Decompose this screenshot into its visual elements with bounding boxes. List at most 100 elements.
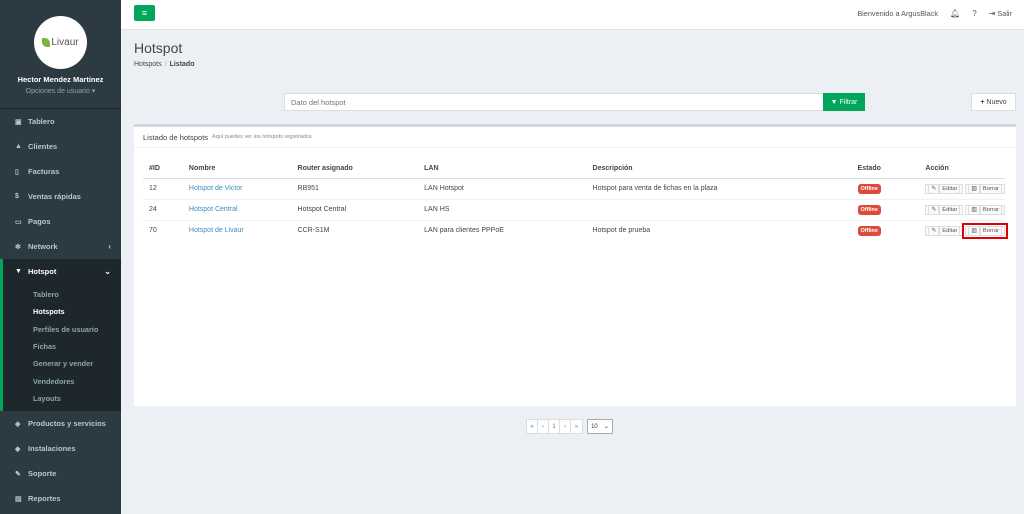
topbar-right: Bienvenido a ArgusBlack 🔔︎ ? ⇥ Salir xyxy=(857,9,1012,18)
col-lan: LAN xyxy=(418,160,587,179)
cell-actions: ✎ Editar ▥ Borrar xyxy=(919,177,1005,199)
cell-name: Hotspot de Livaur xyxy=(182,219,292,241)
status-badge: Offline xyxy=(857,225,881,236)
cell-id: 70 xyxy=(143,219,183,241)
breadcrumb-hotspots[interactable]: Hotspots xyxy=(134,61,162,68)
submenu-item-hotspots[interactable]: Hotspots xyxy=(3,303,121,320)
delete-button[interactable]: ▥ Borrar xyxy=(962,222,1008,239)
sidebar-item-productos[interactable]: ◈ Productos y servicios xyxy=(0,411,121,436)
logo-text: Livaur xyxy=(51,37,79,48)
reports-icon: ▤ xyxy=(15,495,22,503)
sidebar-item-ventas[interactable]: $ Ventas rápidas xyxy=(0,184,121,209)
new-hotspot-button[interactable]: + Nuevo xyxy=(971,93,1016,111)
menu-toggle-button[interactable]: ≡ xyxy=(134,5,155,21)
last-page-button[interactable]: » xyxy=(571,420,582,433)
avatar: Livaur xyxy=(34,16,87,69)
cell-status: Offline xyxy=(851,198,920,220)
cell-status: Offline xyxy=(851,219,920,241)
table-header-row: #ID Nombre Router asignado LAN Descripci… xyxy=(143,160,1005,179)
sidebar-item-instalaciones[interactable]: ◆ Instalaciones xyxy=(0,436,121,461)
pagination-buttons: « ‹ 1 › » xyxy=(526,419,583,434)
help-icon[interactable]: ? xyxy=(972,9,976,18)
cell-desc: Hotspot para venta de fichas en la plaza xyxy=(586,177,852,199)
cell-lan: LAN Hotspot xyxy=(418,177,587,199)
sidebar-item-pagos[interactable]: ▭ Pagos xyxy=(0,209,121,234)
filter-button[interactable]: ▼ Filtrar xyxy=(823,93,865,111)
col-nombre: Nombre xyxy=(182,160,292,179)
cell-lan: LAN HS xyxy=(418,198,587,220)
sidebar-item-hotspot[interactable]: ▼ Hotspot ⌄ xyxy=(0,259,121,284)
hotspot-name-link[interactable]: Hotspot Central xyxy=(189,206,238,213)
sign-out-icon: ⇥ xyxy=(988,9,996,18)
submenu-item-generar[interactable]: Generar y vender xyxy=(3,355,121,372)
edit-button[interactable]: ✎ Editar xyxy=(925,183,964,194)
col-estado: Estado xyxy=(851,160,920,179)
search-input[interactable] xyxy=(284,93,824,111)
page-title: Hotspot xyxy=(134,40,183,56)
edit-button[interactable]: ✎ Editar xyxy=(925,204,964,215)
delete-button[interactable]: ▥ Borrar xyxy=(965,183,1005,194)
next-page-button[interactable]: › xyxy=(560,420,571,433)
box-subtitle: Aquí puedes ver los hotspots registrados xyxy=(212,134,312,140)
edit-icon: ✎ xyxy=(928,183,940,194)
edit-button[interactable]: ✎ Editar xyxy=(925,225,964,236)
invoice-icon: ▯ xyxy=(15,168,19,176)
trash-icon: ▥ xyxy=(968,204,980,215)
install-icon: ◆ xyxy=(15,445,21,453)
sidebar-item-facturas[interactable]: ▯ Facturas xyxy=(0,159,121,184)
sidebar-menu: ▣ Tablero ▲ Clientes ▯ Facturas $ Ventas ráp… xyxy=(0,108,121,284)
filter-icon: ▼ xyxy=(830,98,838,106)
submenu-item-perfiles[interactable]: Perfiles de usuario xyxy=(3,321,121,338)
current-page-button[interactable]: 1 xyxy=(549,420,560,433)
box-header: Listado de hotspots Aquí puedes ver los … xyxy=(134,127,1016,148)
user-profile: Livaur Hector Mendez Martinez Opciones d… xyxy=(0,0,121,108)
col-accion: Acción xyxy=(919,160,1005,179)
delete-button[interactable]: ▥ Borrar xyxy=(965,204,1005,215)
hotspots-box: Listado de hotspots Aquí puedes ver los … xyxy=(134,124,1016,406)
breadcrumb-separator: / xyxy=(164,61,167,68)
logo: Livaur xyxy=(42,37,79,48)
sidebar-item-network[interactable]: ✻ Network ‹ xyxy=(0,234,121,259)
sidebar-item-tablero[interactable]: ▣ Tablero xyxy=(0,109,121,134)
hotspot-name-link[interactable]: Hotspot de Livaur xyxy=(189,227,244,234)
sidebar-item-reportes[interactable]: ▤ Reportes xyxy=(0,486,121,511)
wrench-icon: ✎ xyxy=(15,470,21,478)
hotspot-name-link[interactable]: Hotspot de Victor xyxy=(189,185,243,192)
table-row: 24 Hotspot Central Hotspot Central LAN H… xyxy=(143,198,1005,220)
hotspot-submenu: Tablero Hotspots Perfiles de usuario Fic… xyxy=(0,284,121,412)
money-icon: ▭ xyxy=(15,218,22,226)
cell-name: Hotspot Central xyxy=(182,198,292,220)
plus-icon: + xyxy=(980,98,985,106)
breadcrumb: Hotspots / Listado xyxy=(134,61,194,68)
chevron-down-icon: ⌄ xyxy=(104,267,111,276)
col-descripcion: Descripción xyxy=(586,160,852,179)
network-icon: ✻ xyxy=(15,243,21,251)
breadcrumb-current: Listado xyxy=(169,61,195,68)
cell-id: 12 xyxy=(143,177,183,199)
status-badge: Offline xyxy=(857,183,881,194)
submenu-item-vendedores[interactable]: Vendedores xyxy=(3,372,121,389)
sidebar-item-soporte[interactable]: ✎ Soporte xyxy=(0,461,121,486)
logout-link[interactable]: ⇥ Salir xyxy=(989,9,1012,18)
table-row: 12 Hotspot de Victor RB951 LAN Hotspot H… xyxy=(143,177,1005,199)
chevron-left-icon: ‹ xyxy=(108,242,111,251)
user-options-dropdown[interactable]: Opciones de usuario ▾ xyxy=(0,87,121,95)
sidebar: Livaur Hector Mendez Martinez Opciones d… xyxy=(0,0,121,514)
sidebar-item-clientes[interactable]: ▲ Clientes xyxy=(0,134,121,159)
submenu-item-fichas[interactable]: Fichas xyxy=(3,338,121,355)
col-id: #ID xyxy=(143,160,183,179)
users-icon: ▲ xyxy=(15,143,22,150)
sidebar-menu-bottom: ◈ Productos y servicios ◆ Instalaciones ✎ S… xyxy=(0,411,121,511)
wifi-icon: ▼ xyxy=(15,268,22,275)
col-router: Router asignado xyxy=(291,160,419,179)
cell-router: CCR-S1M xyxy=(291,219,419,241)
bell-icon[interactable]: 🔔︎ xyxy=(950,9,960,18)
submenu-item-layouts[interactable]: Layouts xyxy=(3,390,121,407)
submenu-item-tablero[interactable]: Tablero xyxy=(3,286,121,303)
pagination: « ‹ 1 › » 10 ⌄ xyxy=(526,419,613,434)
per-page-select[interactable]: 10 ⌄ xyxy=(587,419,613,434)
first-page-button[interactable]: « xyxy=(527,420,538,433)
leaf-icon xyxy=(42,38,51,47)
cell-id: 24 xyxy=(143,198,183,220)
prev-page-button[interactable]: ‹ xyxy=(538,420,549,433)
